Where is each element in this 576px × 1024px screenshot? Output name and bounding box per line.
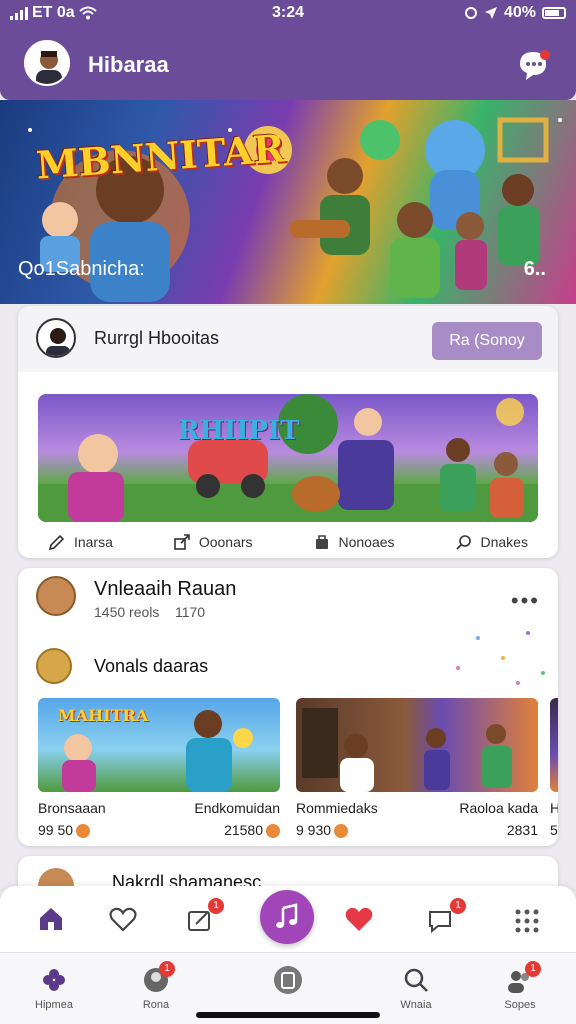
home-button[interactable] [36, 904, 68, 934]
heart-icon [345, 907, 373, 931]
bag-icon [315, 535, 328, 549]
thumbnail-card[interactable]: MAHITRA Bronsaaan Endkomuidan 99 50 2158… [38, 698, 280, 839]
tab-label: Wnaia [400, 999, 432, 1011]
home-icon [40, 908, 62, 930]
comment-button[interactable]: 1 [426, 898, 466, 934]
thumbnail-value: 9 930 [296, 822, 332, 838]
thumbnail-value: 5OR [550, 822, 558, 838]
search-icon [455, 535, 471, 550]
reels-count: 1450 reols [94, 604, 160, 620]
action-save[interactable]: Nonoaes [313, 528, 395, 556]
tab-label: Sopes [504, 999, 536, 1011]
action-label: Ooonars [198, 534, 253, 550]
thumbnail-card[interactable]: Rommiedaks Raoloa kada 9 930 2831 [296, 698, 538, 839]
post-card-header: Rurrgl Hbooitas Ra (Sonoy [18, 306, 558, 372]
edit-button[interactable]: 1 [186, 898, 224, 934]
chat-button[interactable] [516, 48, 552, 82]
feed-card: Vnleaaih Rauan 1450 reols 1170 ••• Vonal… [18, 568, 558, 846]
action-label: Inarsa [73, 534, 113, 550]
thumbnail-card[interactable]: Hngr 5OR [550, 698, 558, 838]
thumbnail-title: Rommiedaks [296, 800, 378, 816]
heart-outline-icon [109, 907, 137, 932]
post-card: Rurrgl Hbooitas Ra (Sonoy RHIIPIT Inarsa [18, 306, 558, 558]
location-icon [484, 7, 497, 19]
thumbnail-title: Bronsaaan [38, 800, 106, 816]
post-actions: Inarsa Ooonars Nonoaes Dnakes [18, 528, 558, 556]
tab-profile[interactable]: 1 Rona [116, 961, 196, 1011]
coin-icon [334, 824, 349, 839]
author-avatar[interactable] [36, 576, 76, 616]
notification-badge: 1 [159, 961, 175, 977]
tab-label: Rona [142, 999, 170, 1011]
thumbnail-title: Hngr [550, 800, 558, 816]
tab-clipboard[interactable] [248, 965, 328, 999]
tab-people[interactable]: 1 Sopes [480, 961, 560, 1011]
search-icon [401, 965, 431, 995]
action-label: Dnakes [480, 534, 528, 550]
battery-icon [542, 7, 566, 19]
favorite-button[interactable] [108, 904, 140, 934]
notification-badge: 1 [450, 898, 466, 914]
tab-search[interactable]: Wnaia [376, 965, 456, 1011]
thumbnail-title-right: Endkomuidan [194, 800, 280, 816]
share-icon [174, 534, 190, 550]
more-options-icon[interactable]: ••• [511, 588, 540, 614]
author-meta: 1450 reols 1170 [94, 604, 205, 620]
hero-banner[interactable]: MBNNITAR Qo1Sabnicha: 6.. [0, 100, 576, 304]
like-button[interactable] [344, 904, 376, 934]
action-share[interactable]: Ooonars [173, 528, 253, 556]
banner-sign: RHIIPIT [178, 416, 300, 446]
hero-caption-right: 6.. [523, 258, 546, 280]
author-avatar[interactable] [36, 318, 76, 358]
page-title: Hibaraa [88, 52, 169, 77]
thumbnail-value: 99 50 [38, 822, 74, 838]
action-label: Nonoaes [338, 534, 395, 550]
action-search[interactable]: Dnakes [455, 528, 528, 556]
music-fab[interactable] [260, 890, 314, 944]
clipboard-icon [273, 965, 303, 995]
status-bar: ET 0a 3:24 40% [0, 4, 576, 26]
likes-count: 1170 [174, 604, 206, 620]
section-title: Vonals daaras [94, 656, 209, 676]
author-name[interactable]: Vnleaaih Rauan [94, 578, 236, 601]
post-image[interactable]: RHIIPIT [38, 394, 538, 522]
tab-home[interactable]: Hipmea [14, 965, 94, 1011]
thumbnail-row: MAHITRA Bronsaaan Endkomuidan 99 50 2158… [38, 698, 558, 839]
rotation-lock-icon [464, 7, 477, 19]
author-name[interactable]: Rurrgl Hbooitas [94, 328, 219, 349]
notification-badge: 1 [208, 898, 224, 914]
group-avatar[interactable] [36, 648, 72, 684]
thumbnail-value-right: 2831 [506, 822, 538, 838]
user-icon: 1 [141, 961, 175, 995]
thumbnail-sign: MAHITRA [58, 706, 149, 725]
people-icon: 1 [505, 961, 541, 995]
app-header: ET 0a 3:24 40% Hibaraa [0, 0, 576, 100]
music-note-icon [276, 903, 298, 928]
chat-bubble-icon [520, 50, 550, 80]
follow-button[interactable]: Ra (Sonoy [432, 322, 542, 360]
confetti-decoration [456, 631, 545, 685]
thumbnail-value-right: 21580 [224, 822, 263, 838]
tab-label: Hipmea [35, 999, 73, 1011]
hero-caption: Qo1Sabnicha: [18, 258, 145, 280]
grid-dots-icon [515, 909, 539, 933]
pencil-icon [48, 534, 65, 551]
coin-icon [76, 824, 91, 839]
action-edit[interactable]: Inarsa [48, 528, 113, 556]
battery-percent: 40% [503, 4, 536, 21]
flower-icon [39, 965, 69, 995]
home-indicator [196, 1012, 380, 1018]
coin-icon [266, 824, 280, 839]
notification-badge: 1 [525, 961, 541, 977]
apps-button[interactable] [512, 904, 544, 934]
thumbnail-title-right: Raoloa kada [459, 800, 538, 816]
profile-avatar[interactable] [24, 40, 70, 86]
